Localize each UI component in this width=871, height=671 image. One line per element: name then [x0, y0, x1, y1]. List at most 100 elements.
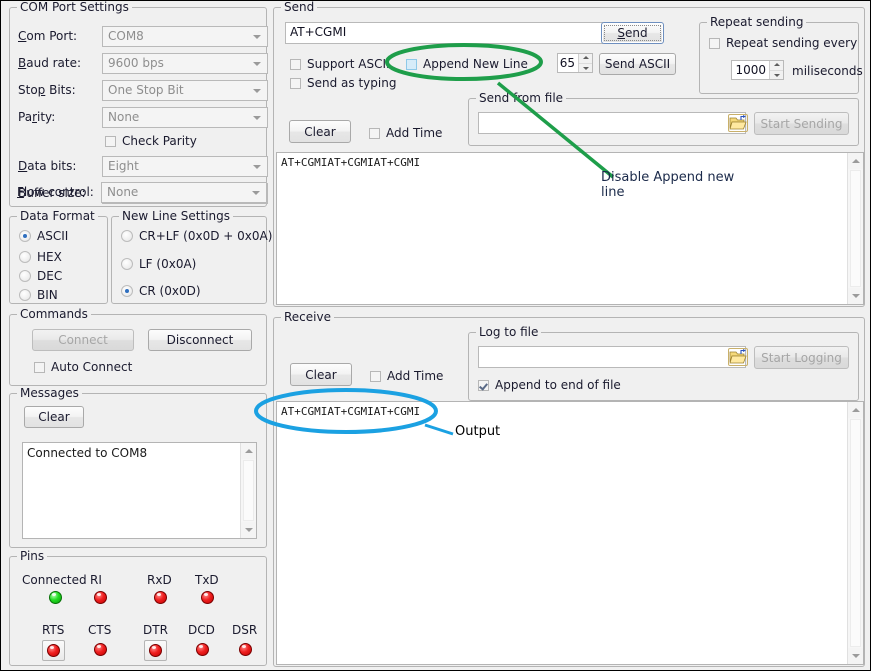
spinner-down-icon[interactable]	[579, 64, 592, 73]
folder-open-icon	[729, 115, 747, 131]
radio-data-format-hex[interactable]: HEX	[19, 250, 62, 264]
log-file-path-input[interactable]	[478, 346, 746, 368]
spinner-buttons[interactable]	[578, 54, 592, 72]
receive-clear-button[interactable]: Clear	[290, 363, 352, 386]
radio-newline-lf[interactable]: LF (0x0A)	[121, 257, 196, 271]
checkbox-box	[406, 59, 417, 70]
data-format-title: Data Format	[17, 209, 98, 223]
new-line-settings-title: New Line Settings	[119, 209, 233, 223]
send-title: Send	[281, 0, 317, 14]
send-clear-button[interactable]: Clear	[289, 120, 351, 143]
radio-label: BIN	[37, 288, 58, 302]
pin-label-rxd: RxD	[147, 573, 172, 587]
radio-newline-crlf[interactable]: CR+LF (0x0D + 0x0A)	[121, 229, 272, 243]
flow-control-select[interactable]: None	[101, 182, 267, 203]
scroll-track[interactable]	[243, 460, 254, 521]
disconnect-button[interactable]: Disconnect	[148, 329, 252, 351]
send-add-time-checkbox[interactable]: Add Time	[369, 126, 442, 140]
auto-connect-label: Auto Connect	[51, 360, 132, 374]
radio-circle	[19, 270, 31, 282]
ascii-code-spinner[interactable]: 65	[557, 53, 593, 73]
pin-label-rts: RTS	[42, 623, 64, 637]
send-command-value: AT+CGMI	[290, 25, 346, 39]
pin-label-connected: Connected	[22, 573, 87, 587]
send-ascii-button[interactable]: Send ASCII	[599, 53, 676, 75]
pin-label-ri: RI	[90, 573, 102, 587]
scroll-down-icon[interactable]	[848, 648, 863, 664]
com-port-settings-title: COM Port Settings	[17, 0, 132, 14]
receive-add-time-checkbox[interactable]: Add Time	[370, 369, 443, 383]
append-to-end-checkbox[interactable]: Append to end of file	[478, 378, 621, 392]
send-log-textarea[interactable]: AT+CGMIAT+CGMIAT+CGMI	[276, 152, 864, 305]
radio-data-format-dec[interactable]: DEC	[19, 269, 62, 283]
pin-toggle-rts[interactable]	[42, 640, 65, 661]
receive-output-textarea[interactable]: AT+CGMIAT+CGMIAT+CGMI	[276, 401, 864, 665]
radio-circle	[121, 258, 133, 270]
spinner-up-icon[interactable]	[579, 54, 592, 64]
pin-toggle-dtr[interactable]	[144, 640, 167, 661]
auto-connect-checkbox[interactable]: Auto Connect	[34, 360, 132, 374]
new-line-settings-group: New Line Settings CR+LF (0x0D + 0x0A) LF…	[111, 216, 267, 304]
radio-newline-cr[interactable]: CR (0x0D)	[121, 284, 201, 298]
data-bits-select[interactable]: Eight	[102, 156, 268, 177]
repeat-sending-label: Repeat sending every	[726, 36, 857, 50]
append-new-line-checkbox[interactable]: Append New Line	[406, 57, 528, 71]
log-file-browse-button[interactable]	[728, 348, 748, 366]
check-parity-checkbox[interactable]: Check Parity	[105, 134, 197, 148]
pin-led-rts	[47, 644, 60, 657]
scroll-down-icon[interactable]	[848, 288, 863, 304]
send-group: Send AT+CGMI Send Support ASCII Append N…	[273, 7, 865, 307]
commands-title: Commands	[17, 307, 91, 321]
scroll-track[interactable]	[850, 419, 861, 647]
append-new-line-label: Append New Line	[423, 57, 528, 71]
radio-circle	[121, 230, 133, 242]
send-as-typing-checkbox[interactable]: Send as typing	[290, 76, 396, 90]
scroll-down-icon[interactable]	[241, 522, 256, 538]
radio-data-format-ascii[interactable]: ASCII	[19, 229, 68, 243]
start-logging-button[interactable]: Start Logging	[754, 346, 849, 369]
com-port-select[interactable]: COM8	[102, 26, 268, 47]
support-ascii-checkbox[interactable]: Support ASCII	[290, 57, 390, 71]
radio-circle	[19, 230, 31, 242]
chevron-down-icon	[253, 89, 261, 93]
send-command-input[interactable]: AT+CGMI	[285, 22, 603, 44]
stop-bits-select[interactable]: One Stop Bit	[102, 80, 268, 101]
connect-button[interactable]: Connect	[32, 329, 134, 351]
checkbox-box	[34, 362, 45, 373]
pin-led-dsr	[239, 643, 252, 656]
com-port-settings-group: COM Port Settings Com Port: COM8 Baud ra…	[9, 7, 267, 207]
send-from-file-group: Send from file Start Sending	[468, 98, 859, 146]
send-log-scrollbar[interactable]	[847, 153, 863, 304]
send-button[interactable]: Send	[601, 22, 664, 44]
radio-data-format-bin[interactable]: BIN	[19, 288, 58, 302]
com-port-value: COM8	[108, 29, 144, 43]
messages-clear-button[interactable]: Clear	[24, 406, 84, 428]
repeat-interval-spinner[interactable]: 1000	[731, 60, 784, 80]
scroll-up-icon[interactable]	[848, 402, 863, 418]
messages-scrollbar[interactable]	[240, 443, 256, 538]
scroll-up-icon[interactable]	[241, 443, 256, 459]
scroll-track[interactable]	[850, 170, 861, 287]
baud-rate-select[interactable]: 9600 bps	[102, 53, 268, 74]
repeat-interval-unit: miliseconds	[792, 64, 863, 78]
repeat-sending-checkbox[interactable]: Repeat sending every	[709, 36, 857, 50]
parity-select[interactable]: None	[102, 107, 268, 128]
receive-scrollbar[interactable]	[847, 402, 863, 664]
scroll-up-icon[interactable]	[848, 153, 863, 169]
data-format-group: Data Format ASCII HEX DEC BIN	[9, 216, 108, 304]
radio-label: CR (0x0D)	[139, 284, 201, 298]
spinner-buttons[interactable]	[769, 61, 783, 79]
ascii-code-value: 65	[558, 54, 578, 72]
radio-label: LF (0x0A)	[139, 257, 196, 271]
start-sending-label: Start Sending	[761, 117, 843, 131]
send-file-browse-button[interactable]	[728, 114, 748, 132]
chevron-down-icon	[253, 62, 261, 66]
spinner-up-icon[interactable]	[770, 61, 783, 71]
start-sending-button[interactable]: Start Sending	[754, 112, 849, 135]
send-button-label: Send	[617, 26, 647, 40]
spinner-down-icon[interactable]	[770, 71, 783, 80]
repeat-interval-value: 1000	[732, 61, 769, 79]
messages-group: Messages Clear Connected to COM8	[9, 393, 267, 548]
send-file-path-input[interactable]	[478, 112, 746, 134]
messages-textarea[interactable]: Connected to COM8	[22, 442, 257, 539]
